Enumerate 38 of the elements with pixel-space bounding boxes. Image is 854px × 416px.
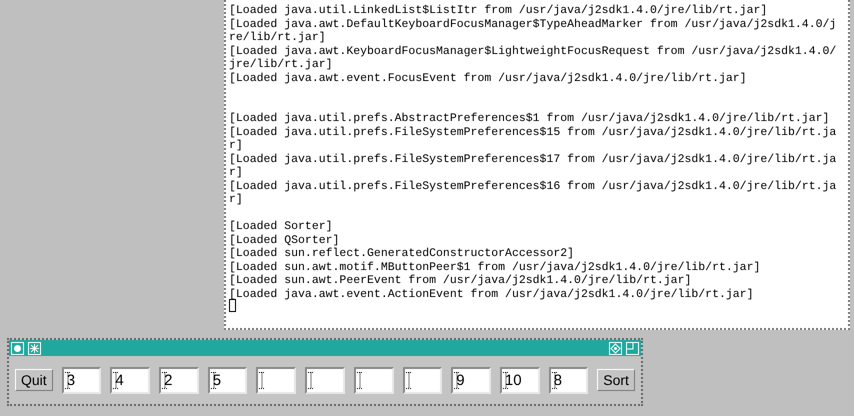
window-menu-icon[interactable] xyxy=(11,342,24,354)
maximize-icon[interactable] xyxy=(609,342,622,354)
minimize-icon[interactable] xyxy=(28,342,41,354)
console-line: jre/lib/rt.jar] xyxy=(229,57,334,70)
text-caret-icon xyxy=(308,372,314,388)
console-line: [Loaded java.util.prefs.FileSystemPreferences$15 from /usr/java/j2sdk1.4.0/jre/lib/rt.ja xyxy=(229,124,838,137)
number-field[interactable] xyxy=(354,366,394,394)
number-field[interactable]: 9 xyxy=(451,366,491,394)
number-field[interactable] xyxy=(305,366,345,394)
number-field[interactable]: 2 xyxy=(159,366,199,394)
console-line: [Loaded java.util.prefs.FileSystemPreferences$16 from /usr/java/j2sdk1.4.0/jre/lib/rt.ja xyxy=(229,178,838,191)
console-line: r] xyxy=(229,165,244,178)
console-line: re/lib/rt.jar] xyxy=(229,30,327,42)
console-line: [Loaded sun.reflect.GeneratedConstructorAccessor2] xyxy=(229,246,576,258)
console-line: [Loaded java.awt.DefaultKeyboardFocusManager$TypeAheadMarker from /usr/java/j2sdk1.4.0/j xyxy=(229,16,838,29)
console-line: [Loaded java.util.prefs.AbstractPreferences$1 from /usr/java/j2sdk1.4.0/jre/lib/rt.jar] xyxy=(229,111,830,124)
console-line: [Loaded QSorter] xyxy=(229,232,340,245)
console-line: [Loaded Sorter] xyxy=(229,219,334,232)
console-line: [Loaded java.awt.event.FocusEvent from /usr/java/j2sdk1.4.0/jre/lib/rt.jar] xyxy=(229,70,748,83)
console-line: [Loaded java.awt.KeyboardFocusManager$LightweightFocusRequest from /usr/java/j2sdk1.4.0/ xyxy=(229,44,838,56)
number-field[interactable]: 4 xyxy=(110,366,150,394)
number-field[interactable]: 10 xyxy=(500,366,540,394)
console-line: r] xyxy=(229,138,244,150)
console-line: [Loaded sun.awt.motif.MButtonPeer$1 from /usr/java/j2sdk1.4.0/jre/lib/rt.jar] xyxy=(229,260,762,272)
console-line: [Loaded java.util.prefs.FileSystemPreferences$17 from /usr/java/j2sdk1.4.0/jre/lib/rt.ja xyxy=(229,152,838,164)
window-button[interactable]: Quit xyxy=(15,369,53,391)
window-button[interactable]: Sort xyxy=(597,369,635,391)
number-field[interactable] xyxy=(402,366,442,394)
text-caret-icon xyxy=(406,372,412,388)
resize-icon[interactable] xyxy=(626,342,639,354)
console-line: [Loaded sun.awt.PeerEvent from /usr/java/j2sdk1.4.0/jre/lib/rt.jar] xyxy=(229,273,692,286)
text-caret-icon xyxy=(356,372,363,388)
number-field[interactable] xyxy=(256,366,296,394)
console-line: [Loaded java.awt.event.ActionEvent from /usr/java/j2sdk1.4.0/jre/lib/rt.jar] xyxy=(229,286,754,299)
text-cursor-icon xyxy=(229,299,236,312)
console-line: r] xyxy=(229,192,244,204)
console-line: [Loaded java.util.LinkedList$ListItr from /usr/java/j2sdk1.4.0/jre/lib/rt.jar] xyxy=(229,3,768,16)
text-caret-icon xyxy=(259,372,266,388)
